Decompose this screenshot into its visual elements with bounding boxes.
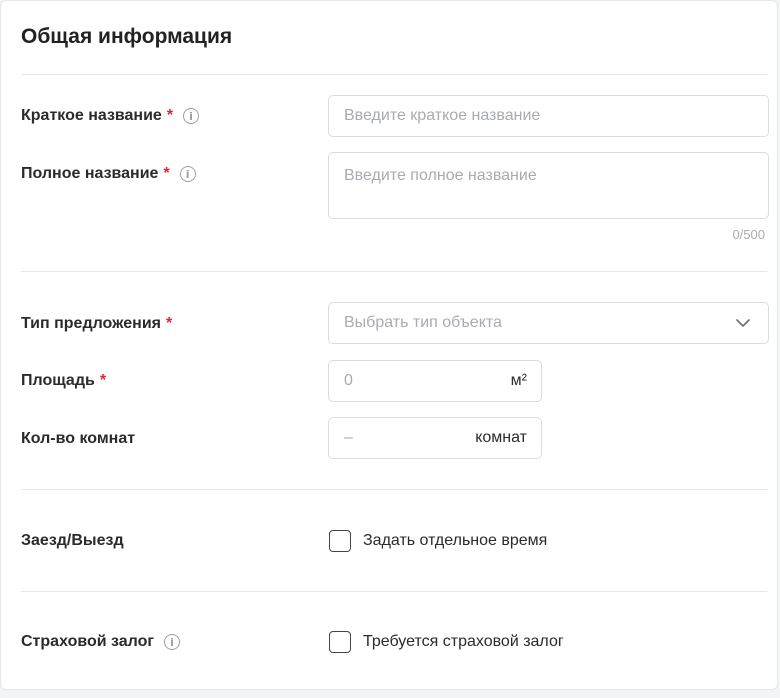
short-name-label: Краткое название * i — [21, 107, 200, 125]
deposit-checkbox[interactable]: Требуется страховой залог — [329, 631, 564, 653]
area-label-text: Площадь — [21, 372, 95, 389]
rooms-label: Кол-во комнат — [21, 430, 135, 448]
required-marker: * — [163, 165, 170, 182]
required-marker: * — [99, 372, 107, 389]
area-value: 0 — [344, 372, 353, 389]
offer-type-label-text: Тип предложения — [21, 315, 161, 332]
info-circle-icon[interactable]: i — [183, 108, 200, 124]
area-input[interactable]: 0 м² — [328, 360, 542, 402]
rooms-unit: комнат — [475, 429, 527, 446]
checkbox[interactable] — [329, 530, 351, 552]
full-name-label: Полное название * i — [21, 165, 196, 183]
area-unit: м² — [510, 372, 527, 389]
divider — [21, 489, 767, 490]
area-label: Площадь * — [21, 372, 106, 390]
general-info-card: Общая информация Краткое название * i Вв… — [0, 0, 778, 690]
checkin-time-checkbox[interactable]: Задать отдельное время — [329, 530, 547, 552]
required-marker: * — [165, 315, 173, 332]
section-title: Общая информация — [21, 25, 233, 48]
divider — [21, 74, 767, 75]
short-name-label-text: Краткое название — [21, 107, 162, 124]
divider — [21, 271, 767, 272]
divider — [21, 591, 767, 592]
char-counter: 0/500 — [732, 227, 765, 242]
rooms-value: – — [344, 429, 353, 446]
rooms-label-text: Кол-во комнат — [21, 430, 136, 447]
deposit-label-text: Страховой залог — [21, 633, 155, 650]
deposit-label: Страховой залог i — [21, 633, 181, 651]
full-name-textarea[interactable]: Введите полное название — [328, 152, 769, 219]
short-name-input[interactable]: Введите краткое название — [328, 95, 769, 137]
deposit-checkbox-label: Требуется страховой залог — [363, 633, 564, 650]
info-circle-icon[interactable]: i — [179, 166, 196, 182]
full-name-label-text: Полное название — [21, 165, 159, 182]
info-circle-icon[interactable]: i — [164, 634, 181, 650]
checkin-label-text: Заезд/Выезд — [21, 532, 124, 549]
required-marker: * — [166, 107, 174, 124]
checkin-label: Заезд/Выезд — [21, 532, 124, 550]
offer-type-select[interactable]: Выбрать тип объекта — [328, 302, 769, 344]
offer-type-label: Тип предложения * — [21, 315, 172, 333]
rooms-input[interactable]: – комнат — [328, 417, 542, 459]
checkin-checkbox-label: Задать отдельное время — [363, 532, 548, 549]
offer-type-placeholder: Выбрать тип объекта — [344, 314, 502, 331]
chevron-down-icon — [736, 319, 750, 327]
checkbox[interactable] — [329, 631, 351, 653]
